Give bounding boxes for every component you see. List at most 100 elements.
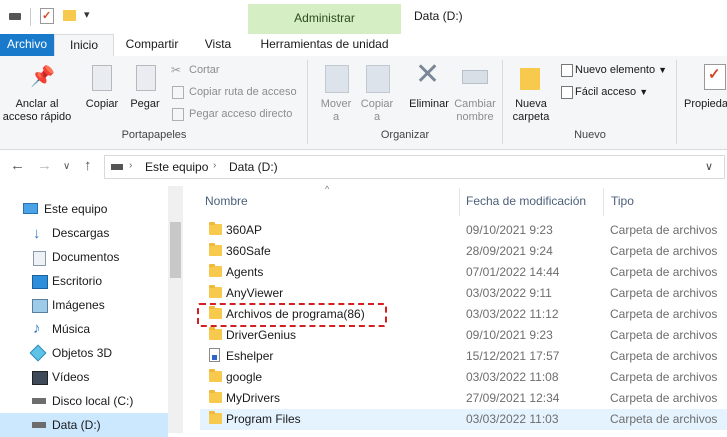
column-divider[interactable] (603, 188, 604, 216)
delete-button[interactable]: Eliminar (405, 98, 453, 111)
file-type: Carpeta de archivos (610, 328, 718, 342)
easy-access-button[interactable]: Fácil acceso ▼ (575, 85, 648, 99)
file-date: 03/03/2022 11:03 (466, 412, 559, 426)
folder-icon (209, 390, 222, 403)
file-date: 03/03/2022 11:12 (466, 307, 559, 321)
table-row[interactable]: MyDrivers 27/09/2021 12:34 Carpeta de ar… (200, 388, 727, 409)
column-header-tipo[interactable]: Tipo (611, 194, 634, 208)
column-divider[interactable] (459, 188, 460, 216)
sidebar-item-musica[interactable]: ♪ Música (0, 317, 183, 341)
chevron-right-icon[interactable]: › (213, 160, 216, 171)
table-row[interactable]: google 03/03/2022 11:08 Carpeta de archi… (200, 367, 727, 388)
check-mark-icon: ✓ (708, 66, 721, 83)
sidebar-item-escritorio[interactable]: Escritorio (0, 269, 183, 293)
file-date: 03/03/2022 9:11 (466, 286, 552, 300)
contextual-tab-administrar[interactable]: Administrar (248, 4, 401, 34)
new-folder-button[interactable]: Nueva carpeta (509, 98, 553, 124)
column-header-nombre[interactable]: Nombre (205, 194, 248, 208)
group-separator (502, 60, 503, 144)
new-item-button[interactable]: Nuevo elemento ▼ (575, 63, 667, 77)
file-date: 09/10/2021 9:23 (466, 223, 553, 237)
separator (30, 8, 31, 26)
paste-button[interactable]: Pegar (126, 98, 164, 111)
sidebar-item-label: Imágenes (52, 298, 105, 312)
window-title: Data (D:) (414, 9, 463, 23)
tab-vista[interactable]: Vista (192, 34, 244, 56)
file-name: Program Files (226, 412, 301, 426)
sort-arrow-icon: ^ (325, 184, 330, 194)
tab-inicio[interactable]: Inicio (54, 34, 114, 57)
folder-icon (209, 327, 222, 340)
tab-archivo[interactable]: Archivo (0, 34, 54, 56)
table-row[interactable]: Eshelper 15/12/2021 17:57 Carpeta de arc… (200, 346, 727, 367)
title-bar: ✓ ▾ Administrar Data (D:) (0, 0, 727, 34)
group-separator (307, 60, 308, 144)
sidebar-item-imagenes[interactable]: Imágenes (0, 293, 183, 317)
address-segment-este-equipo[interactable]: Este equipo (145, 160, 208, 174)
sidebar-item-descargas[interactable]: ↓ Descargas (0, 221, 183, 245)
desktop-icon (32, 275, 48, 289)
table-row[interactable]: 360AP 09/10/2021 9:23 Carpeta de archivo… (200, 220, 727, 241)
computer-icon (23, 203, 38, 214)
table-row[interactable]: 360Safe 28/09/2021 9:24 Carpeta de archi… (200, 241, 727, 262)
music-icon: ♪ (33, 320, 41, 337)
highlight-annotation (197, 303, 387, 327)
sidebar-scrollbar-thumb[interactable] (170, 222, 181, 278)
folder-icon (209, 264, 222, 277)
folder-icon (209, 222, 222, 235)
properties-button[interactable]: Propieda (684, 98, 727, 111)
table-row[interactable]: Agents 07/01/2022 14:44 Carpeta de archi… (200, 262, 727, 283)
pin-quick-access-button[interactable]: Anclar al acceso rápido (2, 98, 72, 124)
copy-button[interactable]: Copiar (82, 98, 122, 111)
easy-access-label: Fácil acceso (575, 86, 637, 98)
sidebar-item-documentos[interactable]: Documentos (0, 245, 183, 269)
shortcut-icon (209, 348, 220, 362)
sidebar-item-videos[interactable]: Vídeos (0, 365, 183, 389)
chevron-right-icon[interactable]: › (129, 160, 132, 171)
drive-small-icon[interactable] (9, 13, 21, 20)
copy-path-button[interactable]: Copiar ruta de acceso (189, 85, 297, 99)
address-bar[interactable]: › Este equipo › Data (D:) ∨ (104, 155, 725, 179)
table-row[interactable]: Program Files 03/03/2022 11:03 Carpeta d… (200, 409, 727, 430)
back-arrow-icon[interactable]: ← (10, 157, 25, 174)
sidebar-item-este-equipo[interactable]: Este equipo (0, 197, 183, 221)
copy-to-button[interactable]: Copiar a (356, 98, 398, 124)
recent-locations-icon[interactable]: ∨ (63, 161, 70, 172)
sidebar-item-data-d[interactable]: Data (D:) (0, 413, 168, 437)
address-dropdown-icon[interactable]: ∨ (705, 160, 713, 173)
column-header-fecha[interactable]: Fecha de modificación (466, 194, 586, 208)
move-to-icon (325, 65, 349, 93)
paste-shortcut-button[interactable]: Pegar acceso directo (189, 107, 292, 121)
new-folder-quick-icon[interactable] (63, 10, 76, 21)
documents-icon (33, 251, 46, 266)
rename-button[interactable]: Cambiar nombre (452, 98, 498, 124)
file-name: Agents (226, 265, 264, 279)
tab-herramientas-de-unidad[interactable]: Herramientas de unidad (248, 34, 401, 56)
cut-button[interactable]: Cortar (189, 63, 220, 77)
move-to-button[interactable]: Mover a (315, 98, 357, 124)
address-segment-data-d[interactable]: Data (D:) (229, 160, 278, 174)
new-folder-icon (520, 68, 540, 90)
file-name: DriverGenius (226, 328, 297, 342)
tab-compartir[interactable]: Compartir (118, 34, 186, 56)
customize-toolbar-icon[interactable]: ▾ (84, 8, 90, 21)
dropdown-arrow-icon: ▼ (639, 87, 649, 97)
group-separator (676, 60, 677, 144)
sidebar-item-label: Data (D:) (52, 418, 101, 432)
forward-arrow-icon[interactable]: → (37, 157, 52, 174)
sidebar-item-label: Descargas (52, 226, 110, 240)
file-date: 03/03/2022 11:08 (466, 370, 559, 384)
sidebar-item-objetos-3d[interactable]: Objetos 3D (0, 341, 183, 365)
paste-shortcut-icon (172, 108, 184, 121)
folder-icon (209, 411, 222, 424)
sidebar-item-label: Este equipo (44, 202, 108, 216)
scissors-icon: ✂ (171, 63, 182, 77)
up-arrow-icon[interactable]: ↑ (84, 157, 92, 174)
file-type: Carpeta de archivos (610, 286, 718, 300)
table-row[interactable]: DriverGenius 09/10/2021 9:23 Carpeta de … (200, 325, 727, 346)
sidebar-item-label: Escritorio (52, 274, 103, 288)
table-row[interactable]: AnyViewer 03/03/2022 9:11 Carpeta de arc… (200, 283, 727, 304)
sidebar-item-disco-local-c[interactable]: Disco local (C:) (0, 389, 183, 413)
file-type: Carpeta de archivos (610, 412, 718, 426)
group-label-organizar: Organizar (380, 129, 430, 141)
